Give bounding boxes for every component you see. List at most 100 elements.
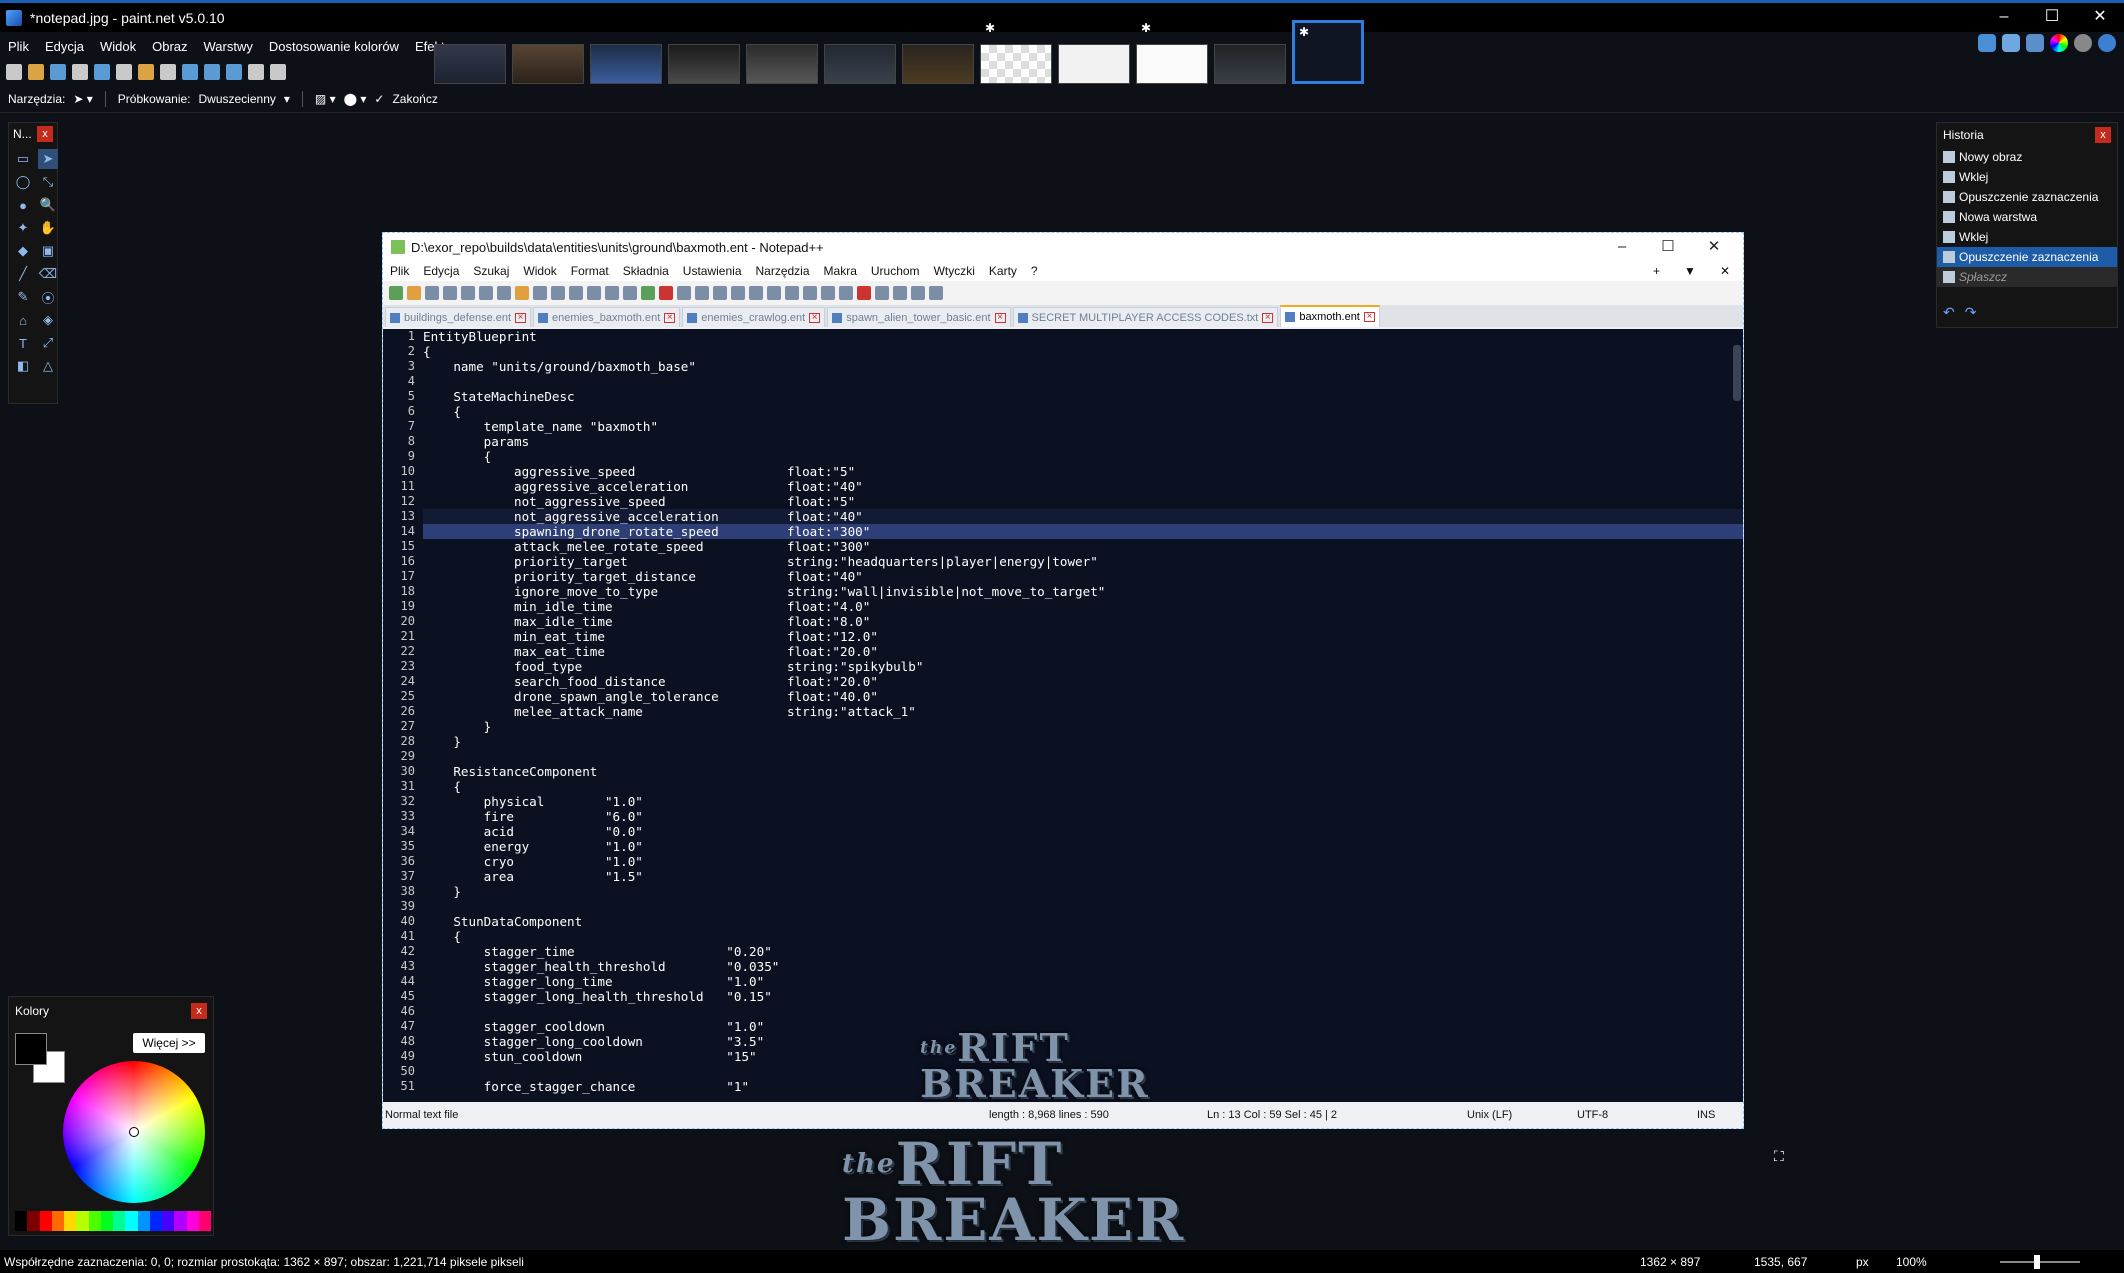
shapes-tool-icon[interactable]: ◧ [13, 356, 33, 376]
color-swatch[interactable] [51, 1211, 64, 1231]
code-area[interactable]: EntityBlueprint{ name "units/ground/baxm… [423, 329, 1743, 1103]
menu-image[interactable]: Obraz [144, 39, 195, 54]
file-tab[interactable]: enemies_baxmoth.ent × [533, 307, 681, 327]
image-thumbnail[interactable] [668, 44, 740, 84]
zoom-slider-thumb[interactable] [2034, 1255, 2040, 1269]
move-tool-icon[interactable]: ➤ ▾ [73, 92, 92, 106]
color-swatch[interactable] [15, 1211, 28, 1231]
tools-toggle-icon[interactable] [1978, 34, 1996, 52]
new-icon[interactable] [6, 64, 22, 80]
image-canvas[interactable]: D:\exor_repo\builds\data\entities\units\… [382, 232, 1744, 1129]
history-item[interactable]: Opuszczenie zaznaczenia [1937, 247, 2117, 267]
history-item[interactable]: Nowa warstwa [1937, 207, 2117, 227]
vertical-scrollbar[interactable] [1733, 345, 1741, 401]
npp-menu-item[interactable]: Uruchom [864, 264, 927, 278]
file-tab[interactable]: SECRET MULTIPLAYER ACCESS CODES.txt × [1012, 307, 1279, 327]
npp-print-icon[interactable] [497, 286, 511, 300]
tab-close-icon[interactable]: × [994, 312, 1006, 323]
npp-menu-item[interactable]: Składnia [616, 264, 676, 278]
close-button[interactable]: ✕ [2076, 3, 2124, 33]
notepad-maximize-button[interactable]: ☐ [1645, 233, 1691, 261]
npp-sync-h-icon[interactable] [695, 286, 709, 300]
npp-menu-item[interactable]: Szukaj [466, 264, 516, 278]
npp-sync-v-icon[interactable] [677, 286, 691, 300]
file-tab[interactable]: spawn_alien_tower_basic.ent × [827, 307, 1011, 327]
colors-toggle-icon[interactable] [2050, 34, 2068, 52]
sampling-dropdown[interactable]: Dwuszecienny [199, 92, 276, 106]
npp-menu-item[interactable]: Wtyczki [927, 264, 982, 278]
eraser-tool-icon[interactable]: ⌫ [38, 264, 58, 284]
npp-stop-icon[interactable] [875, 286, 889, 300]
pencil-tool-icon[interactable]: ✎ [13, 287, 33, 307]
new-tab-icon[interactable]: + [1646, 264, 1667, 278]
image-thumbnail[interactable] [1058, 44, 1130, 84]
tab-close-icon[interactable]: × [1262, 312, 1274, 323]
settings-gear-icon[interactable] [2074, 34, 2092, 52]
fit-window-icon[interactable]: ⛶ [1774, 1148, 1784, 1165]
file-tab[interactable]: buildings_defense.ent × [385, 307, 532, 327]
npp-play-multi-icon[interactable] [911, 286, 925, 300]
npp-menu-item[interactable]: Ustawienia [676, 264, 749, 278]
npp-udl-icon[interactable] [767, 286, 781, 300]
antialias-icon[interactable]: ▨ ▾ [315, 92, 336, 106]
npp-all-chars-icon[interactable] [731, 286, 745, 300]
triangle-shape-icon[interactable]: △ [38, 356, 58, 376]
recolor-tool-icon[interactable]: ◈ [38, 310, 58, 330]
npp-wrap-icon[interactable] [713, 286, 727, 300]
text-tool-icon[interactable]: T [13, 333, 33, 353]
npp-doc-map-icon[interactable] [785, 286, 799, 300]
pan-tool-icon[interactable]: ✋ [38, 218, 58, 238]
file-tab[interactable]: enemies_crawlog.ent × [682, 307, 826, 327]
close-tab-icon[interactable]: ✕ [1713, 264, 1737, 278]
cut-icon[interactable] [94, 64, 110, 80]
npp-cut-icon[interactable] [515, 286, 529, 300]
color-swatch[interactable] [39, 1211, 52, 1231]
file-tab[interactable]: baxmoth.ent × [1280, 305, 1380, 327]
lasso-select-tool-icon[interactable]: ◯ [13, 172, 33, 192]
menu-adjustments[interactable]: Dostosowanie kolorów [261, 39, 407, 54]
color-swatch[interactable] [88, 1211, 101, 1231]
npp-menu-item[interactable]: Narzędzia [749, 264, 817, 278]
menu-edit[interactable]: Edycja [37, 39, 92, 54]
clone-stamp-tool-icon[interactable]: ⌂ [13, 310, 33, 330]
magic-wand-tool-icon[interactable]: ✦ [13, 218, 33, 238]
line-tool-icon[interactable]: ⤢ [38, 333, 58, 353]
npp-copy-icon[interactable] [533, 286, 547, 300]
primary-color[interactable] [15, 1033, 47, 1065]
gradient-tool-icon[interactable]: ▣ [38, 241, 58, 261]
npp-undo-icon[interactable] [569, 286, 583, 300]
image-thumbnail[interactable]: ✱ [980, 21, 1052, 84]
tab-close-icon[interactable]: × [515, 312, 527, 323]
history-toggle-icon[interactable] [2002, 34, 2020, 52]
grid-icon[interactable] [248, 64, 264, 80]
npp-monitor-icon[interactable] [839, 286, 853, 300]
zoom-slider-track[interactable] [2000, 1261, 2080, 1263]
tab-close-icon[interactable]: × [664, 312, 676, 323]
color-swatch[interactable] [186, 1211, 199, 1231]
npp-close-all-icon[interactable] [479, 286, 493, 300]
tab-close-icon[interactable]: × [809, 312, 821, 323]
paste-icon[interactable] [138, 64, 154, 80]
move-selection-tool-icon[interactable]: ➤ [38, 149, 58, 169]
npp-save-macro-icon[interactable] [929, 286, 943, 300]
npp-record-icon[interactable] [857, 286, 871, 300]
npp-menu-item[interactable]: Edycja [416, 264, 466, 278]
ellipse-select-tool-icon[interactable]: ● [13, 195, 33, 215]
notepad-minimize-button[interactable]: – [1599, 233, 1645, 261]
npp-menu-item[interactable]: Widok [516, 264, 563, 278]
colors-panel-close-button[interactable]: x [191, 1003, 207, 1019]
npp-new-icon[interactable] [389, 286, 403, 300]
npp-menu-item[interactable]: Format [564, 264, 616, 278]
image-thumbnail[interactable] [1214, 44, 1286, 84]
help-icon[interactable] [2098, 34, 2116, 52]
npp-open-icon[interactable] [407, 286, 421, 300]
image-thumbnail[interactable]: ✱ [1136, 21, 1208, 84]
npp-menu-item[interactable]: ? [1024, 264, 1045, 278]
color-swatch[interactable] [125, 1211, 138, 1231]
tools-panel-close-button[interactable]: x [37, 126, 53, 142]
color-swatch[interactable] [198, 1211, 211, 1231]
redo-icon[interactable]: ↷ [1965, 304, 1977, 321]
history-item[interactable]: Opuszczenie zaznaczenia [1937, 187, 2117, 207]
tab-list-icon[interactable]: ▼ [1677, 264, 1703, 278]
color-wheel[interactable] [63, 1061, 205, 1203]
